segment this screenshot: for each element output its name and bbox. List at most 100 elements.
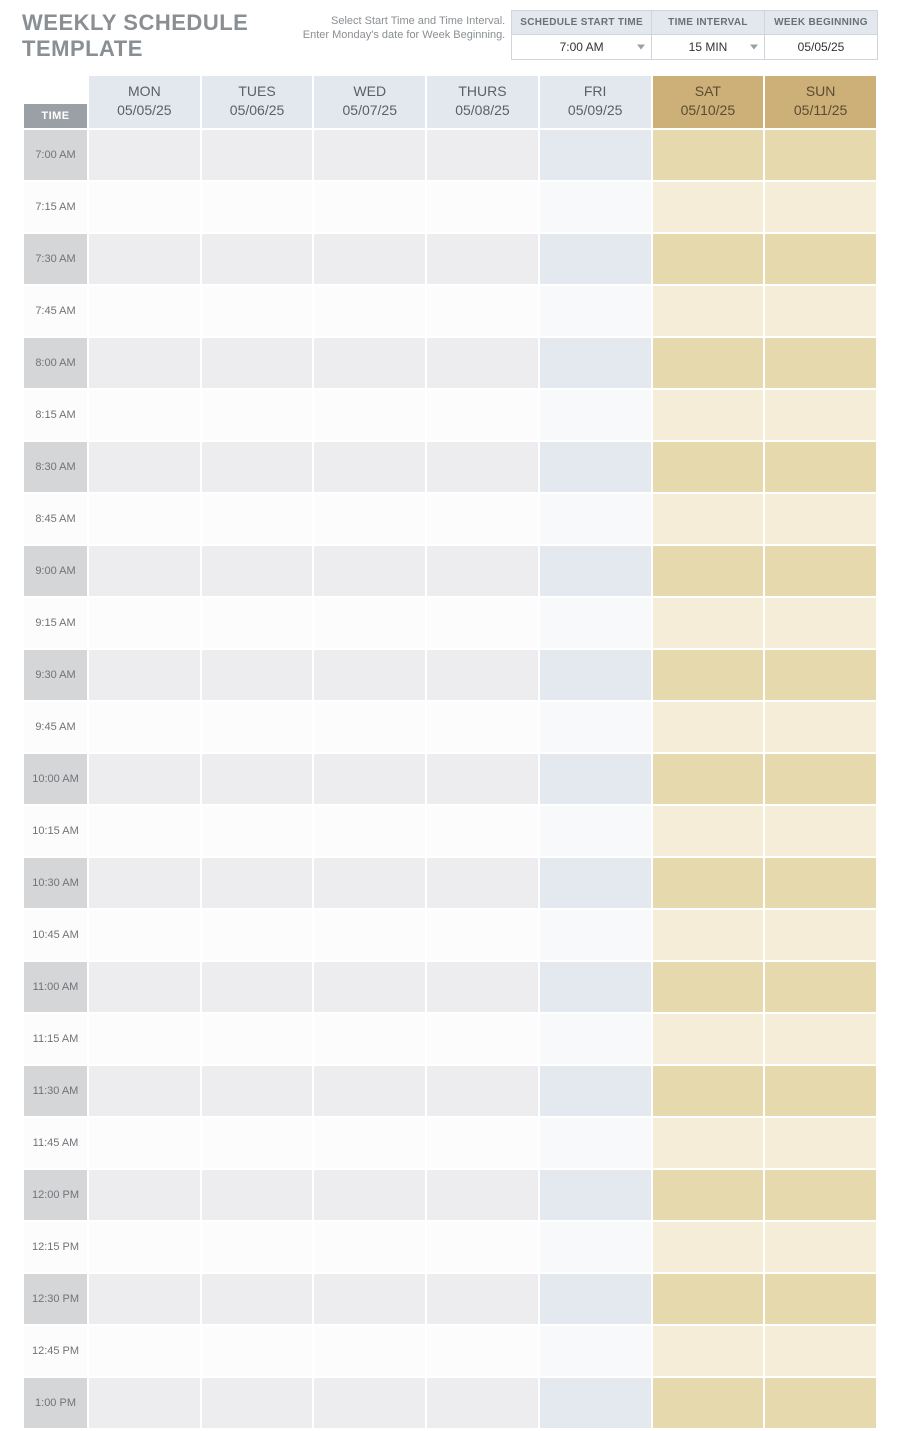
schedule-cell[interactable] [202,754,313,804]
schedule-cell[interactable] [202,1222,313,1272]
schedule-cell[interactable] [765,962,876,1012]
schedule-cell[interactable] [427,546,538,596]
schedule-cell[interactable] [765,546,876,596]
schedule-cell[interactable] [89,338,200,388]
schedule-cell[interactable] [427,598,538,648]
schedule-cell[interactable] [202,338,313,388]
schedule-cell[interactable] [202,598,313,648]
schedule-cell[interactable] [314,1222,425,1272]
schedule-cell[interactable] [653,494,764,544]
schedule-cell[interactable] [427,1170,538,1220]
schedule-cell[interactable] [314,1378,425,1428]
schedule-cell[interactable] [540,910,651,960]
schedule-cell[interactable] [89,598,200,648]
schedule-cell[interactable] [653,1118,764,1168]
schedule-cell[interactable] [653,234,764,284]
schedule-cell[interactable] [765,754,876,804]
schedule-cell[interactable] [765,234,876,284]
start-time-select[interactable]: 7:00 AM [512,35,651,59]
schedule-cell[interactable] [540,858,651,908]
schedule-cell[interactable] [653,390,764,440]
schedule-cell[interactable] [314,650,425,700]
schedule-cell[interactable] [540,494,651,544]
schedule-cell[interactable] [765,910,876,960]
schedule-cell[interactable] [427,338,538,388]
schedule-cell[interactable] [89,910,200,960]
schedule-cell[interactable] [89,546,200,596]
schedule-cell[interactable] [202,1066,313,1116]
schedule-cell[interactable] [202,234,313,284]
schedule-cell[interactable] [314,1118,425,1168]
schedule-cell[interactable] [765,806,876,856]
schedule-cell[interactable] [202,182,313,232]
schedule-cell[interactable] [765,442,876,492]
schedule-cell[interactable] [653,1170,764,1220]
schedule-cell[interactable] [653,806,764,856]
schedule-cell[interactable] [427,1066,538,1116]
schedule-cell[interactable] [653,1378,764,1428]
schedule-cell[interactable] [540,338,651,388]
schedule-cell[interactable] [314,494,425,544]
schedule-cell[interactable] [89,286,200,336]
schedule-cell[interactable] [202,702,313,752]
schedule-cell[interactable] [653,1274,764,1324]
schedule-cell[interactable] [202,962,313,1012]
schedule-cell[interactable] [202,1326,313,1376]
schedule-cell[interactable] [314,338,425,388]
schedule-cell[interactable] [427,1222,538,1272]
schedule-cell[interactable] [765,182,876,232]
schedule-cell[interactable] [765,390,876,440]
schedule-cell[interactable] [89,1066,200,1116]
schedule-cell[interactable] [427,130,538,180]
schedule-cell[interactable] [314,598,425,648]
schedule-cell[interactable] [314,754,425,804]
schedule-cell[interactable] [89,754,200,804]
schedule-cell[interactable] [89,130,200,180]
schedule-cell[interactable] [765,1014,876,1064]
schedule-cell[interactable] [653,598,764,648]
schedule-cell[interactable] [427,910,538,960]
schedule-cell[interactable] [540,546,651,596]
schedule-cell[interactable] [540,1326,651,1376]
schedule-cell[interactable] [314,286,425,336]
schedule-cell[interactable] [765,1378,876,1428]
schedule-cell[interactable] [202,1170,313,1220]
schedule-cell[interactable] [314,1066,425,1116]
schedule-cell[interactable] [89,1222,200,1272]
schedule-cell[interactable] [427,1118,538,1168]
schedule-cell[interactable] [653,962,764,1012]
schedule-cell[interactable] [427,234,538,284]
schedule-cell[interactable] [427,806,538,856]
schedule-cell[interactable] [653,754,764,804]
schedule-cell[interactable] [202,130,313,180]
schedule-cell[interactable] [202,286,313,336]
schedule-cell[interactable] [540,390,651,440]
schedule-cell[interactable] [540,962,651,1012]
schedule-cell[interactable] [653,702,764,752]
schedule-cell[interactable] [540,182,651,232]
schedule-cell[interactable] [427,858,538,908]
schedule-cell[interactable] [202,390,313,440]
schedule-cell[interactable] [540,1170,651,1220]
schedule-cell[interactable] [653,1014,764,1064]
schedule-cell[interactable] [540,598,651,648]
schedule-cell[interactable] [765,130,876,180]
schedule-cell[interactable] [427,702,538,752]
schedule-cell[interactable] [314,910,425,960]
schedule-cell[interactable] [314,1014,425,1064]
schedule-cell[interactable] [653,650,764,700]
schedule-cell[interactable] [202,1378,313,1428]
schedule-cell[interactable] [765,858,876,908]
schedule-cell[interactable] [540,286,651,336]
schedule-cell[interactable] [202,494,313,544]
schedule-cell[interactable] [765,1222,876,1272]
schedule-cell[interactable] [765,1170,876,1220]
schedule-cell[interactable] [540,754,651,804]
schedule-cell[interactable] [89,234,200,284]
schedule-cell[interactable] [653,546,764,596]
schedule-cell[interactable] [89,390,200,440]
schedule-cell[interactable] [314,1326,425,1376]
schedule-cell[interactable] [202,650,313,700]
interval-select[interactable]: 15 MIN [652,35,764,59]
schedule-cell[interactable] [202,1014,313,1064]
